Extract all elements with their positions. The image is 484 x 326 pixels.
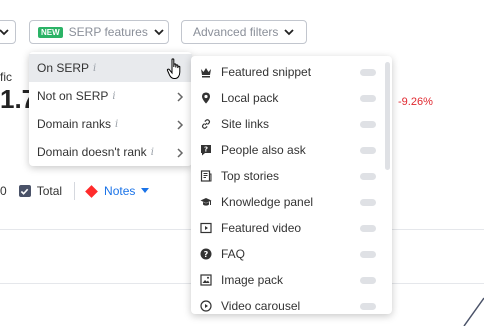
feature-toggle[interactable] — [360, 147, 376, 154]
image-icon — [200, 274, 212, 286]
chevron-right-icon — [176, 91, 184, 102]
feature-item-local-pack[interactable]: Local pack — [191, 85, 392, 111]
chevron-down-icon — [154, 27, 164, 37]
menu-item-label: Domain ranks — [37, 117, 112, 131]
feature-label: Video carousel — [221, 299, 301, 313]
feature-item-site-links[interactable]: Site links — [191, 111, 392, 137]
feature-item-people-also-ask[interactable]: ? People also ask — [191, 137, 392, 163]
feature-label: Image pack — [221, 273, 284, 287]
play-icon — [200, 222, 212, 234]
map-pin-icon — [200, 92, 212, 104]
feature-toggle[interactable] — [360, 199, 376, 206]
partial-dropdown[interactable] — [0, 20, 16, 44]
chevron-down-icon — [284, 27, 295, 37]
advanced-filters-button[interactable]: Advanced filters — [181, 20, 307, 44]
new-badge: NEW — [38, 26, 63, 38]
feature-item-featured-snippet[interactable]: Featured snippet — [191, 59, 392, 85]
feature-item-faq[interactable]: ? FAQ — [191, 241, 392, 267]
hand-cursor-icon — [166, 58, 181, 79]
feature-item-knowledge-panel[interactable]: Knowledge panel — [191, 189, 392, 215]
question-circle-icon: ? — [200, 248, 212, 260]
crown-icon — [200, 66, 212, 78]
feature-label: Top stories — [221, 169, 280, 183]
on-serp-submenu: Featured snippet Local pack Site links ?… — [191, 56, 392, 314]
traffic-label: fic — [0, 70, 12, 84]
feature-label: Featured video — [221, 221, 302, 235]
feature-item-video-carousel[interactable]: Video carousel — [191, 293, 392, 314]
feature-label: Knowledge panel — [221, 195, 314, 209]
chevron-right-icon — [176, 147, 184, 158]
feature-label: People also ask — [221, 143, 306, 157]
serp-features-button[interactable]: NEW SERP features — [29, 20, 169, 44]
feature-toggle[interactable] — [360, 121, 376, 128]
info-icon[interactable]: i — [151, 147, 154, 158]
feature-label: Local pack — [221, 91, 279, 105]
feature-label: Featured snippet — [221, 65, 312, 79]
advanced-filters-label: Advanced filters — [193, 25, 279, 39]
total-checkbox[interactable] — [18, 185, 31, 197]
feature-item-image-pack[interactable]: Image pack — [191, 267, 392, 293]
graduation-cap-icon — [200, 196, 212, 208]
menu-item-label: Not on SERP — [37, 89, 109, 103]
feature-toggle[interactable] — [360, 277, 376, 284]
newspaper-icon — [200, 170, 212, 182]
feature-item-top-stories[interactable]: Top stories — [191, 163, 392, 189]
menu-item-not-on-serp[interactable]: Not on SERP i — [29, 82, 192, 110]
feature-toggle[interactable] — [360, 251, 376, 258]
link-icon — [200, 118, 212, 130]
feature-label: Site links — [221, 117, 270, 131]
svg-text:?: ? — [204, 250, 209, 259]
chart-line — [463, 297, 484, 326]
submenu-scrollbar[interactable] — [385, 62, 390, 170]
svg-text:?: ? — [204, 146, 208, 154]
notes-diamond-icon — [85, 184, 98, 198]
feature-toggle[interactable] — [360, 303, 376, 310]
menu-item-label: On SERP — [37, 61, 90, 75]
serp-features-label: SERP features — [68, 25, 148, 39]
feature-toggle[interactable] — [360, 173, 376, 180]
legend-total-label: Total — [36, 184, 63, 198]
info-icon[interactable]: i — [112, 91, 115, 102]
menu-item-label: Domain doesn't rank — [37, 145, 147, 159]
caret-down-icon[interactable] — [141, 188, 150, 194]
play-circle-icon — [200, 300, 212, 312]
feature-label: FAQ — [221, 247, 246, 261]
question-bubble-icon: ? — [200, 144, 212, 156]
chevron-right-icon — [176, 119, 184, 130]
chevron-down-icon — [0, 27, 9, 37]
notes-dropdown[interactable]: Notes — [104, 184, 135, 198]
info-icon[interactable]: i — [93, 63, 96, 74]
info-icon[interactable]: i — [115, 119, 118, 130]
feature-toggle[interactable] — [360, 95, 376, 102]
legend-divider — [74, 182, 76, 200]
chart-legend: 0 Total Notes — [0, 182, 150, 200]
legend-prefix: 0 — [0, 184, 7, 198]
change-percent: -9.26% — [398, 96, 433, 108]
feature-toggle[interactable] — [360, 225, 376, 232]
menu-item-domain-ranks[interactable]: Domain ranks i — [29, 110, 192, 138]
feature-toggle[interactable] — [360, 69, 376, 76]
feature-item-featured-video[interactable]: Featured video — [191, 215, 392, 241]
menu-item-domain-doesnt-rank[interactable]: Domain doesn't rank i — [29, 138, 192, 166]
